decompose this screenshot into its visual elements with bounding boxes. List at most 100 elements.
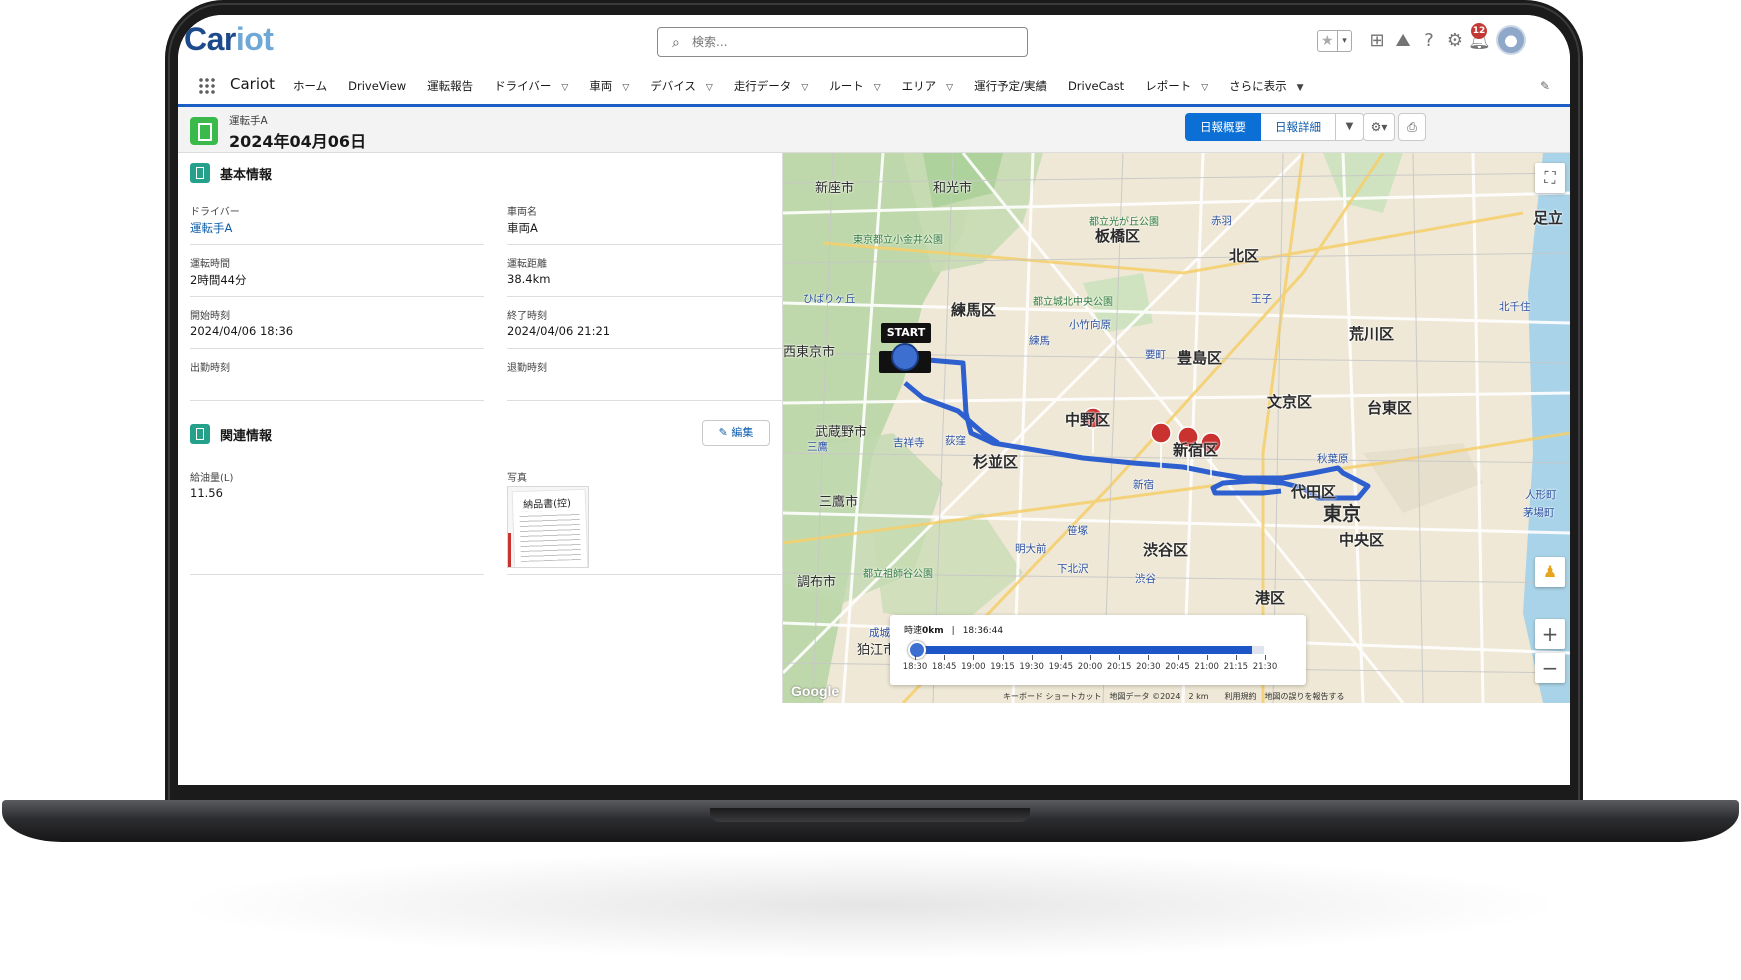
search-input[interactable] (692, 32, 1012, 52)
driver-link[interactable]: 運転手A (190, 220, 232, 236)
timeline-tick-mark (1060, 655, 1062, 660)
map-label: 武蔵野市 (815, 425, 868, 440)
google-logo: Google (791, 683, 840, 699)
nav-item-driver[interactable]: ドライバー ▽ (494, 78, 568, 94)
chevron-down-icon[interactable]: ▽ (622, 83, 629, 93)
start-marker[interactable] (891, 343, 919, 371)
field-value: 2024/04/06 18:36 (190, 324, 294, 338)
map-label: 調布市 (797, 575, 837, 590)
field-label: 運転時間 (190, 259, 230, 270)
timeline-tick-mark (973, 655, 975, 660)
map-label: 秋葉原 (1317, 453, 1349, 465)
nav-item-driveview[interactable]: DriveView (348, 79, 406, 93)
route-map[interactable]: 練馬区 板橋区 北区 豊島区 中野区 新宿区 杉並区 渋谷区 文京区 台東区 荒… (783, 153, 1570, 703)
start-marker-label[interactable]: START (881, 323, 931, 343)
add-icon[interactable]: ⊞ (1366, 30, 1388, 52)
field-end-time: 終了時刻 2024/04/06 21:21 (507, 299, 801, 349)
map-label: 渋谷 (1135, 573, 1156, 585)
cariot-logo[interactable]: Cariot (184, 21, 274, 58)
map-label: 港区 (1255, 589, 1286, 607)
gear-icon[interactable]: ⚙ (1444, 30, 1466, 52)
print-button[interactable]: ⎙ (1398, 113, 1426, 141)
map-label: ひばりヶ丘 (803, 293, 856, 305)
settings-button[interactable]: ⚙▾ (1363, 113, 1395, 141)
field-value: 2時間44分 (190, 273, 247, 287)
street-view-icon[interactable]: ♟ (1535, 557, 1565, 587)
nav-item-vehicle[interactable]: 車両 ▽ (589, 78, 629, 94)
search-icon: ⌕ (672, 35, 680, 51)
nav-item-route[interactable]: ルート ▽ (829, 78, 880, 94)
map-label: 豊島区 (1177, 349, 1223, 367)
logo-part-1: Car (184, 21, 236, 57)
avatar[interactable] (1496, 25, 1526, 55)
map-label: 東京都立小金井公園 (853, 235, 943, 246)
nav-item-label: エリア (901, 78, 937, 93)
map-label: 文京区 (1267, 393, 1313, 411)
summary-button[interactable]: 日報概要 (1185, 113, 1261, 141)
chevron-down-icon[interactable]: ▽ (874, 83, 881, 93)
zoom-out-button[interactable]: − (1535, 653, 1565, 683)
chevron-down-icon[interactable]: ▽ (706, 83, 713, 93)
timeline-tick-label: 18:30 (902, 662, 928, 672)
timeline-tick-label: 21:30 (1252, 662, 1278, 672)
field-label: 写真 (507, 473, 527, 484)
chevron-down-icon[interactable]: ▽ (1201, 83, 1208, 93)
map-label: 吉祥寺 (893, 437, 925, 449)
field-label: 退勤時刻 (507, 363, 547, 374)
field-label: 開始時刻 (190, 311, 230, 322)
map-label: 北区 (1229, 247, 1260, 265)
speed-readout: 時速0km | 18:36:44 (904, 623, 1003, 636)
map-label: 練馬区 (951, 301, 997, 319)
map-label: 中野区 (1065, 411, 1111, 429)
field-value: 11.56 (190, 486, 223, 500)
field-value: 車両A (507, 221, 538, 235)
basic-info-icon (190, 163, 210, 183)
chevron-down-icon[interactable]: ▾ (1337, 31, 1351, 51)
detail-button[interactable]: 日報詳細 (1261, 113, 1336, 141)
favorites-button[interactable]: ★ ▾ (1317, 30, 1352, 52)
nav-item-device[interactable]: デバイス ▽ (650, 78, 713, 94)
field-clock-out: 退勤時刻 (507, 351, 801, 401)
report-button-group: 日報概要 日報詳細 ▼ (1185, 113, 1364, 141)
nav-item-home[interactable]: ホーム (293, 78, 327, 94)
timeline-tick-label: 20:45 (1165, 662, 1190, 672)
nav-item-label: 運行予定/実績 (974, 78, 1047, 93)
field-distance: 運転距離 38.4km (507, 247, 801, 297)
nav-item-schedule[interactable]: 運行予定/実績 (974, 78, 1047, 94)
chevron-down-icon[interactable]: ▼ (1297, 83, 1304, 93)
nav-item-label: デバイス (650, 78, 696, 93)
map-label: 笹塚 (1067, 525, 1088, 537)
app-launcher-icon[interactable] (198, 77, 216, 95)
timeline-track[interactable] (914, 646, 1264, 654)
search-box[interactable]: ⌕ (657, 27, 1028, 57)
nav-item-report[interactable]: 運転報告 (427, 78, 473, 94)
zoom-in-button[interactable]: + (1535, 619, 1565, 649)
nav-item-drivecast[interactable]: DriveCast (1068, 79, 1124, 93)
map-copyright[interactable]: キーボード ショートカット 地図データ ©2024 2 km 利用規約 地図の誤… (1003, 691, 1345, 702)
chevron-down-icon[interactable]: ▽ (801, 83, 808, 93)
field-label: ドライバー (190, 207, 240, 218)
map-label: 要町 (1145, 349, 1166, 361)
field-label: 出勤時刻 (190, 363, 230, 374)
trailhead-icon[interactable]: ⛰ (1392, 30, 1414, 52)
fullscreen-icon[interactable]: ⛶ (1535, 163, 1565, 193)
field-value: 2024/04/06 21:21 (507, 324, 611, 338)
nav-item-label: さらに表示 (1229, 78, 1287, 93)
edit-button[interactable]: ✎ 編集 (702, 420, 770, 446)
pencil-icon[interactable]: ✎ (1540, 79, 1550, 93)
nav-item-area[interactable]: エリア ▽ (902, 78, 953, 94)
nav-item-drive-data[interactable]: 走行データ ▽ (734, 78, 808, 94)
chevron-down-icon[interactable]: ▽ (561, 83, 568, 93)
chevron-down-icon[interactable]: ▽ (946, 83, 953, 93)
nav-item-reports[interactable]: レポート ▽ (1145, 78, 1208, 94)
more-actions-button[interactable]: ▼ (1336, 113, 1364, 141)
current-time: 18:36:44 (962, 626, 1004, 636)
receipt-photo[interactable]: 納品書(控) (507, 486, 589, 568)
record-object-label: 運転手A (229, 115, 268, 127)
nav-item-more[interactable]: さらに表示 ▼ (1229, 78, 1303, 94)
map-label: 北千住 (1499, 301, 1531, 313)
details-panel: 基本情報 ドライバー 運転手A 車両名 車両A 運転時間 2時間44分 運転距離… (178, 153, 801, 703)
timeline-ticks: 18:30 18:45 19:00 19:15 19:30 19:45 20:00 20:15… (902, 655, 1278, 677)
map-label: 人形町 (1525, 489, 1557, 501)
help-icon[interactable]: ? (1418, 30, 1440, 52)
